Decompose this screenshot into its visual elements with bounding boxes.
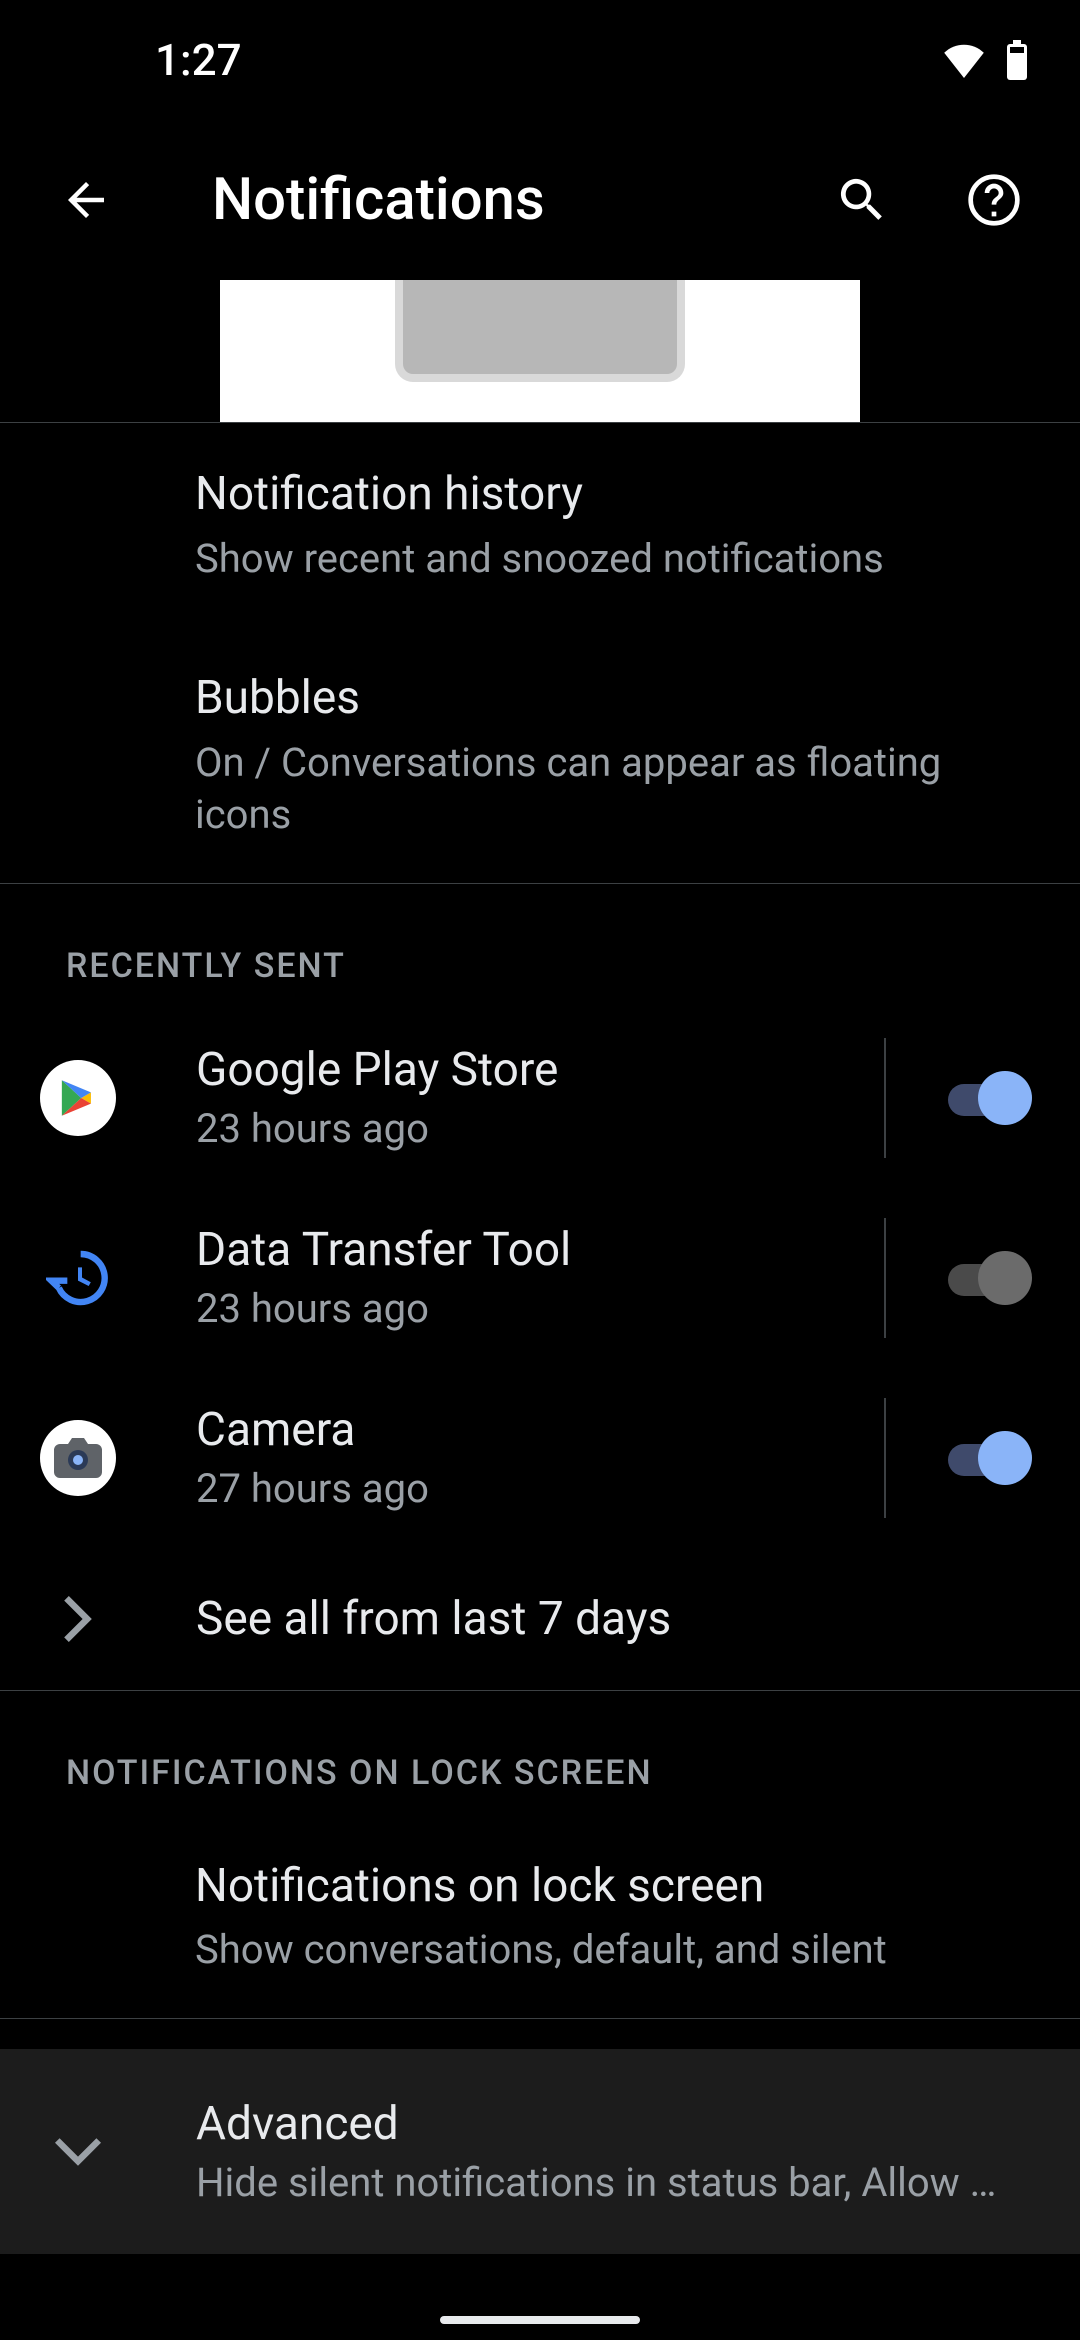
- page-title: Notifications: [212, 166, 766, 234]
- notification-preview-illustration: [0, 280, 1080, 422]
- app-name: Data Transfer Tool: [196, 1223, 834, 1277]
- app-time: 27 hours ago: [196, 1465, 834, 1512]
- notification-history-item[interactable]: Notification history Show recent and sno…: [0, 423, 1080, 627]
- divider: [884, 1038, 886, 1158]
- play-store-icon: [40, 1060, 116, 1136]
- battery-icon: [1004, 40, 1030, 80]
- status-time: 1:27: [155, 34, 242, 86]
- item-title: Notification history: [195, 465, 1032, 525]
- app-name: Camera: [196, 1403, 834, 1457]
- advanced-subtitle: Hide silent notifications in status bar,…: [196, 2159, 1016, 2206]
- app-notification-item-data-transfer[interactable]: Data Transfer Tool 23 hours ago: [0, 1188, 1080, 1368]
- see-all-button[interactable]: See all from last 7 days: [0, 1548, 1080, 1690]
- app-time: 23 hours ago: [196, 1285, 834, 1332]
- back-button[interactable]: [50, 164, 122, 236]
- lock-screen-notifications-item[interactable]: Notifications on lock screen Show conver…: [0, 1815, 1080, 2019]
- recently-sent-header: RECENTLY SENT: [0, 884, 1080, 1008]
- app-bar: Notifications: [0, 120, 1080, 280]
- app-notification-item-camera[interactable]: Camera 27 hours ago: [0, 1368, 1080, 1548]
- navigation-handle[interactable]: [440, 2316, 640, 2324]
- advanced-expander[interactable]: Advanced Hide silent notifications in st…: [0, 2049, 1080, 2254]
- app-notification-item-play-store[interactable]: Google Play Store 23 hours ago: [0, 1008, 1080, 1188]
- app-time: 23 hours ago: [196, 1105, 834, 1152]
- item-subtitle: On / Conversations can appear as floatin…: [195, 737, 1032, 841]
- camera-icon: [40, 1420, 116, 1496]
- item-title: Bubbles: [195, 669, 1032, 729]
- app-name: Google Play Store: [196, 1043, 834, 1097]
- search-button[interactable]: [826, 164, 898, 236]
- restore-icon: [40, 1240, 116, 1316]
- divider: [884, 1218, 886, 1338]
- toggle-play-store[interactable]: [936, 1070, 1032, 1126]
- lock-screen-header: NOTIFICATIONS ON LOCK SCREEN: [0, 1691, 1080, 1815]
- chevron-right-icon: [50, 1596, 106, 1642]
- item-subtitle: Show conversations, default, and silent: [195, 1924, 1032, 1976]
- help-button[interactable]: [958, 164, 1030, 236]
- item-subtitle: Show recent and snoozed notifications: [195, 533, 1032, 585]
- see-all-label: See all from last 7 days: [196, 1592, 671, 1646]
- toggle-data-transfer[interactable]: [936, 1250, 1032, 1306]
- wifi-icon: [942, 42, 986, 78]
- status-bar: 1:27: [0, 0, 1080, 120]
- item-title: Notifications on lock screen: [195, 1857, 1032, 1917]
- chevron-down-icon: [50, 2137, 106, 2167]
- toggle-camera[interactable]: [936, 1430, 1032, 1486]
- advanced-title: Advanced: [196, 2097, 1016, 2151]
- bubbles-item[interactable]: Bubbles On / Conversations can appear as…: [0, 627, 1080, 883]
- divider: [884, 1398, 886, 1518]
